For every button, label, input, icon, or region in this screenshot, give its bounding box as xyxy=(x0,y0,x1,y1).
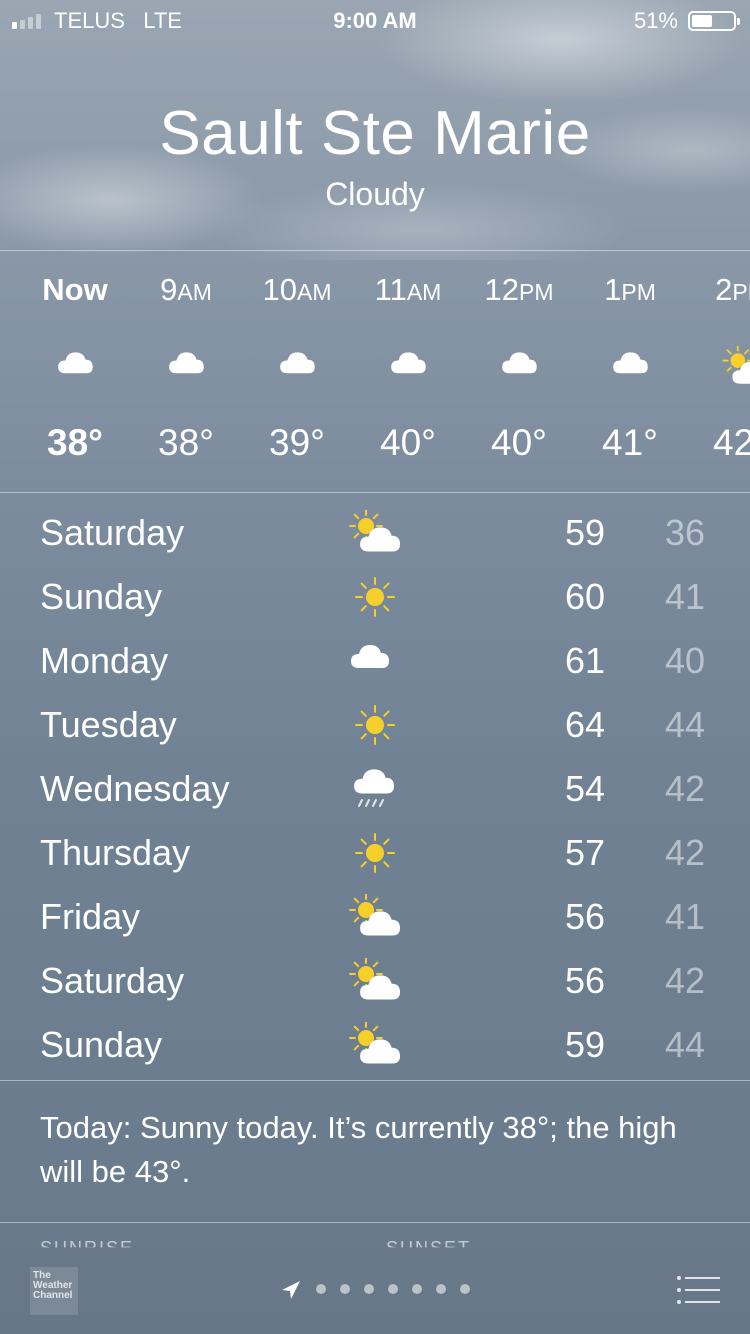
weather-channel-logo[interactable]: The Weather Channel xyxy=(30,1267,78,1315)
page-dot[interactable] xyxy=(460,1284,470,1294)
day-low: 40 xyxy=(664,640,706,681)
day-low: 42 xyxy=(664,960,706,1001)
cloud-icon xyxy=(348,638,402,684)
day-high: 56 xyxy=(564,960,606,1001)
current-condition: Cloudy xyxy=(325,176,425,212)
hour-temp: 38° xyxy=(47,422,103,463)
hour-label: 2PM xyxy=(715,272,750,307)
day-high: 54 xyxy=(564,768,606,809)
partly-sunny-icon xyxy=(348,1021,402,1068)
day-high: 61 xyxy=(564,640,606,681)
cloud-icon xyxy=(277,346,321,380)
battery-icon xyxy=(688,11,740,31)
daily-row: Saturday 59 36 xyxy=(0,500,750,564)
day-high: 64 xyxy=(564,704,606,745)
daily-row: Saturday 56 42 xyxy=(0,948,750,1012)
page-dot[interactable] xyxy=(412,1284,422,1294)
daily-row: Monday 61 40 xyxy=(0,628,750,692)
day-low: 42 xyxy=(664,832,706,873)
day-name: Sunday xyxy=(40,1024,163,1065)
daily-row: Friday 56 41 xyxy=(0,884,750,948)
cloud-icon xyxy=(166,346,210,380)
day-high: 56 xyxy=(564,896,606,937)
day-low: 41 xyxy=(664,576,706,617)
hour-label: 12PM xyxy=(484,272,554,307)
hour-label: 9AM xyxy=(160,272,212,307)
day-name: Tuesday xyxy=(40,704,177,745)
day-low: 36 xyxy=(664,512,706,553)
day-low: 42 xyxy=(664,768,706,809)
hour-label: Now xyxy=(42,272,108,307)
daily-row: Sunday 59 44 xyxy=(0,1012,750,1076)
partly-sunny-icon xyxy=(348,893,402,940)
hour-temp: 40° xyxy=(380,422,436,463)
hour-label: 11AM xyxy=(374,272,442,307)
bottom-toolbar: The Weather Channel xyxy=(0,1247,750,1334)
partly-sunny-icon xyxy=(348,509,402,556)
hour-label: 1PM xyxy=(604,272,656,307)
partly-sunny-icon xyxy=(721,345,750,384)
today-summary: Today: Sunny today. It’s currently 38°; … xyxy=(40,1110,677,1189)
sun-icon xyxy=(348,574,402,620)
page-dot[interactable] xyxy=(316,1284,326,1294)
day-name: Sunday xyxy=(40,576,163,617)
day-high: 59 xyxy=(564,1024,606,1065)
cloud-icon xyxy=(55,346,99,380)
day-high: 60 xyxy=(564,576,606,617)
partly-sunny-icon xyxy=(348,957,402,1004)
day-high: 57 xyxy=(564,832,606,873)
day-name: Thursday xyxy=(40,832,191,873)
daily-row: Sunday 60 41 xyxy=(0,564,750,628)
cloud-icon xyxy=(499,346,543,380)
day-high: 59 xyxy=(564,512,606,553)
status-bar: TELUS LTE 9:00 AM 51% xyxy=(0,0,750,40)
sun-icon xyxy=(348,830,402,876)
divider xyxy=(0,492,750,493)
day-name: Saturday xyxy=(40,960,185,1001)
day-name: Friday xyxy=(40,896,141,937)
day-low: 41 xyxy=(664,896,706,937)
hour-temp: 42° xyxy=(713,422,750,463)
page-indicator[interactable] xyxy=(316,1284,470,1294)
page-dot[interactable] xyxy=(388,1284,398,1294)
list-icon[interactable] xyxy=(676,1275,720,1305)
hour-temp: 41° xyxy=(602,422,658,463)
page-dot[interactable] xyxy=(340,1284,350,1294)
divider xyxy=(0,1080,750,1081)
page-dot[interactable] xyxy=(364,1284,374,1294)
daily-row: Thursday 57 42 xyxy=(0,820,750,884)
hour-label: 10AM xyxy=(262,272,332,307)
day-low: 44 xyxy=(664,1024,706,1065)
day-name: Saturday xyxy=(40,512,185,553)
location-arrow-icon[interactable] xyxy=(280,1279,302,1301)
hour-temp: 39° xyxy=(269,422,325,463)
cloud-icon xyxy=(610,346,654,380)
page-dot[interactable] xyxy=(436,1284,446,1294)
hour-temp: 38° xyxy=(158,422,214,463)
sun-icon xyxy=(348,702,402,748)
hourly-forecast[interactable]: Now 38° 9AM 38° 10AM 39° 11AM 40° 12PM 4… xyxy=(0,250,750,492)
cloud-icon xyxy=(388,346,432,380)
battery-percent: 51% xyxy=(633,8,678,33)
rain-cloud-icon xyxy=(348,766,402,812)
hour-temp: 40° xyxy=(491,422,547,463)
day-name: Wednesday xyxy=(40,768,230,809)
city-name: Sault Ste Marie xyxy=(159,99,591,168)
day-name: Monday xyxy=(40,640,169,681)
divider xyxy=(0,1222,750,1223)
daily-row: Wednesday 54 42 xyxy=(0,756,750,820)
daily-row: Tuesday 64 44 xyxy=(0,692,750,756)
day-low: 44 xyxy=(664,704,706,745)
